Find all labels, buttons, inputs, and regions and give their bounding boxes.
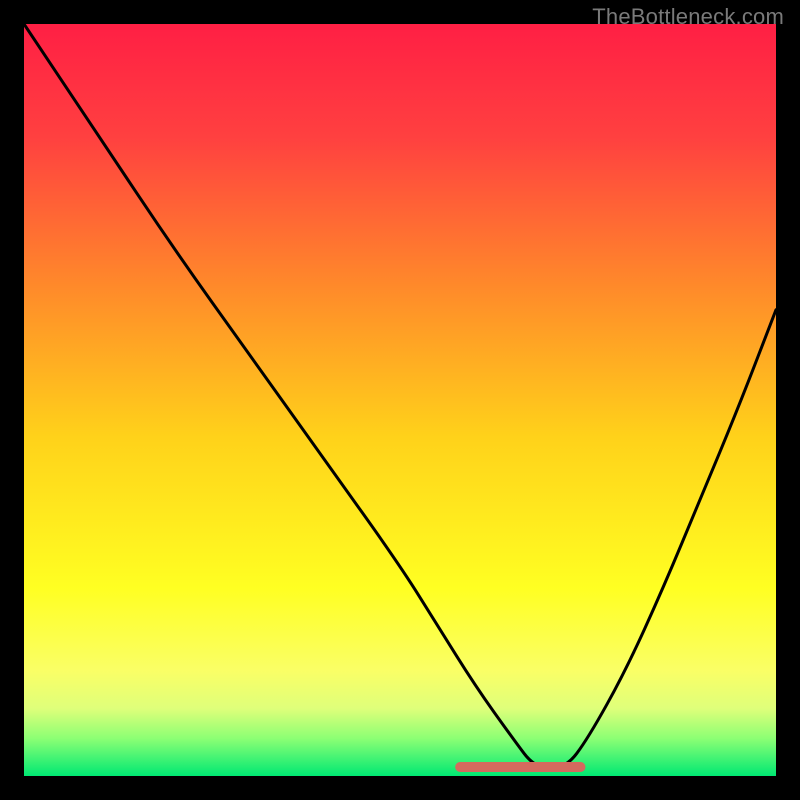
bottleneck-curve bbox=[24, 24, 776, 768]
plot-area bbox=[24, 24, 776, 776]
chart-frame: TheBottleneck.com bbox=[0, 0, 800, 800]
curve-layer bbox=[24, 24, 776, 776]
watermark-text: TheBottleneck.com bbox=[592, 4, 784, 30]
